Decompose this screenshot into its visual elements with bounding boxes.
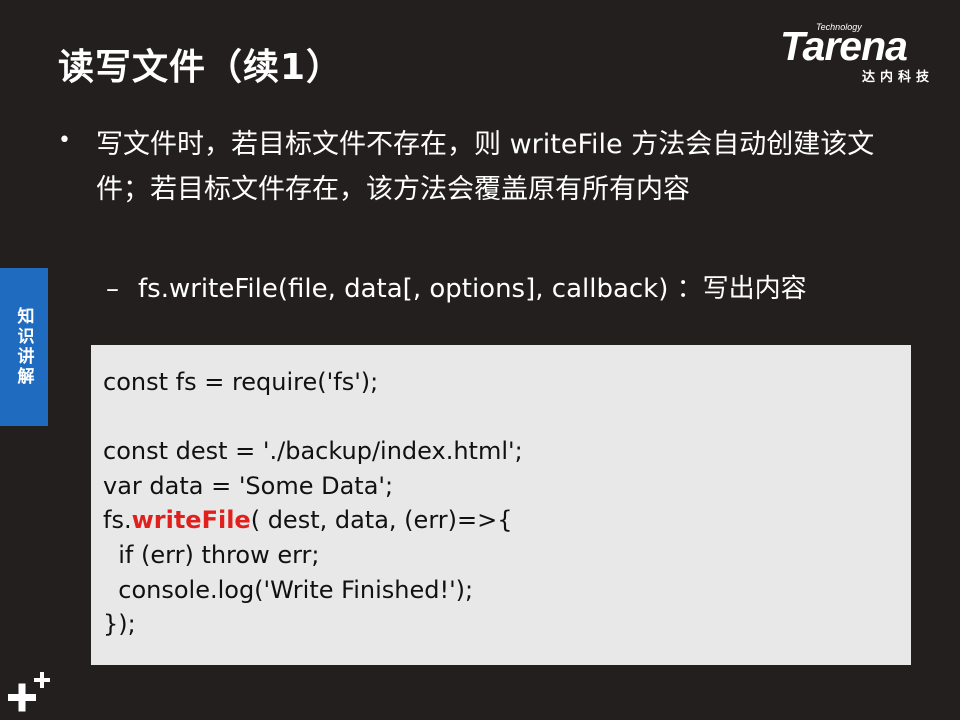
code-highlight-writefile: writeFile [131,506,251,535]
slide: 读写文件（续1） Technology Tarena 达内科技 知识讲解 • 写… [0,0,960,720]
code-line: const fs = require('fs'); [103,368,379,396]
side-tab-label: 知识讲解 [13,307,34,387]
side-tab-knowledge: 知识讲解 [0,268,48,426]
logo-chinese-name: 达内科技 [862,70,935,85]
code-line: if (err) throw err; [103,540,320,569]
code-prefix: fs. [103,506,132,535]
code-line: console.log('Write Finished!'); [103,575,474,604]
bullet-item: • 写文件时，若目标文件不存在，则 writeFile 方法会自动创建该文件；若… [58,122,898,212]
code-block: const fs = require('fs'); const dest = '… [91,345,911,665]
code-line: fs.writeFile( dest, data, (err)=>{ [103,503,899,538]
code-line: var data = 'Some Data'; [103,471,394,500]
bullet-text: 写文件时，若目标文件不存在，则 writeFile 方法会自动创建该文件；若目标… [96,129,875,205]
slide-title: 读写文件（续1） [58,47,344,88]
tarena-logo: Technology Tarena 达内科技 [778,22,948,85]
logo-wordmark: Tarena [780,23,908,69]
code-line: }); [103,610,136,639]
dash-icon: – [106,274,119,304]
sub-bullet-item: – fs.writeFile(file, data[, options], cal… [106,268,807,305]
bullet-dot-icon: • [58,128,71,153]
plus-plus-icon [8,672,50,712]
code-line: const dest = './backup/index.html'; [103,437,523,466]
sub-bullet-text: fs.writeFile(file, data[, options], call… [138,274,807,304]
code-suffix: ( dest, data, (err)=>{ [250,506,513,535]
